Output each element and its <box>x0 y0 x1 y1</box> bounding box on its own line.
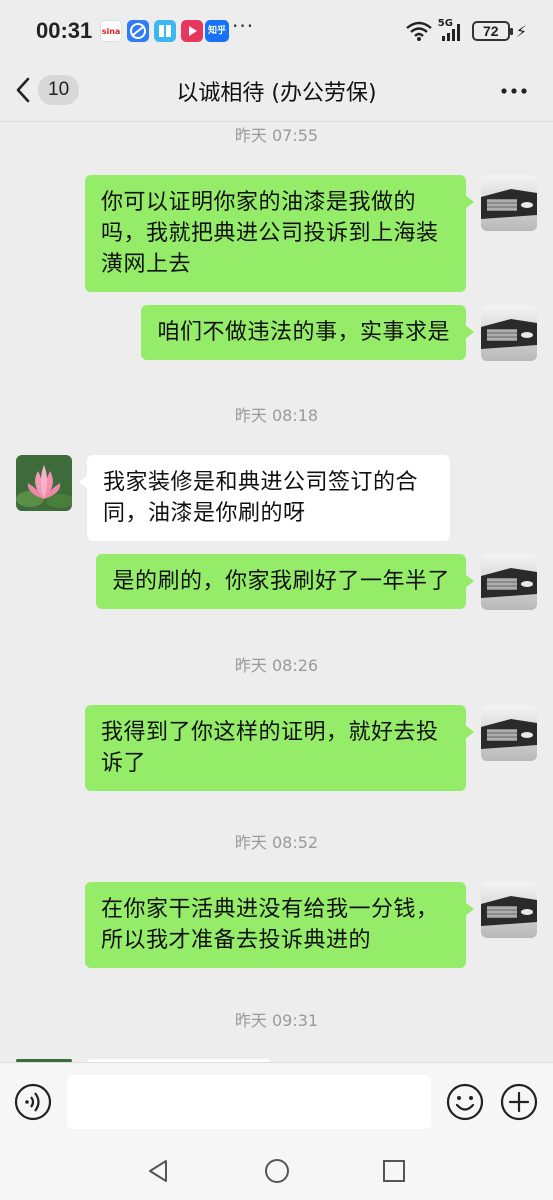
message-input[interactable] <box>67 1075 431 1129</box>
emoji-button[interactable] <box>446 1083 484 1121</box>
message-list[interactable]: 昨天 07:55 你可以证明你家的油漆是我做的吗，我就把典进公司投诉到上海装潢网… <box>0 122 553 1062</box>
triangle-back-icon <box>149 1160 167 1182</box>
message-bubble-self[interactable]: 在你家干活典进没有给我一分钱，所以我才准备去投诉典进的 <box>85 882 474 968</box>
timestamp: 昨天 08:52 <box>234 833 319 852</box>
timestamp: 昨天 09:31 <box>234 1011 319 1030</box>
status-more-dots: ··· <box>232 14 255 38</box>
status-bar: 00:31 sina 知乎 ··· 5G 72 ⚡ <box>0 0 553 58</box>
message-bubble-self[interactable]: 你可以证明你家的油漆是我做的吗，我就把典进公司投诉到上海装潢网上去 <box>85 175 474 292</box>
plus-icon <box>500 1083 538 1121</box>
system-home-button[interactable] <box>264 1158 290 1184</box>
system-back-button[interactable] <box>145 1158 171 1184</box>
video-app-icon <box>181 20 203 42</box>
message-bubble-self[interactable]: 是的刷的，你家我刷好了一年半了 <box>96 554 474 609</box>
timestamp: 昨天 07:55 <box>234 126 319 145</box>
input-bar <box>0 1062 553 1142</box>
browser-app-icon <box>127 20 149 42</box>
self-avatar[interactable] <box>481 175 537 231</box>
self-avatar[interactable] <box>481 705 537 761</box>
message-bubble-other[interactable]: 我家装修是和典进公司签订的合同，油漆是你刷的呀 <box>79 455 450 541</box>
voice-input-button[interactable] <box>14 1083 52 1121</box>
self-avatar[interactable] <box>481 554 537 610</box>
more-options-button[interactable] <box>499 76 529 106</box>
system-recents-button[interactable] <box>381 1158 407 1184</box>
self-avatar[interactable] <box>481 882 537 938</box>
charging-icon: ⚡ <box>515 21 527 41</box>
zhihu-app-icon: 知乎 <box>205 20 229 42</box>
contact-avatar[interactable] <box>16 455 72 511</box>
emoji-icon <box>446 1083 484 1121</box>
timestamp: 昨天 08:26 <box>234 656 319 675</box>
timestamp: 昨天 08:18 <box>234 406 319 425</box>
battery-indicator: 72 <box>471 21 513 41</box>
sina-app-icon: sina <box>100 20 122 42</box>
status-indicators: 5G 72 ⚡ <box>405 18 527 44</box>
reader-app-icon <box>154 20 176 42</box>
system-navigation-bar <box>0 1142 553 1200</box>
square-recents-icon <box>383 1160 405 1182</box>
more-actions-button[interactable] <box>500 1083 538 1121</box>
chat-title: 以诚相待 (办公劳保) <box>176 81 377 106</box>
voice-icon <box>14 1083 52 1121</box>
message-bubble-self[interactable]: 咱们不做违法的事，实事求是 <box>141 305 474 360</box>
self-avatar[interactable] <box>481 305 537 361</box>
cell-signal-icon: 5G <box>438 19 466 43</box>
message-bubble-self[interactable]: 我得到了你这样的证明，就好去投诉了 <box>85 705 474 791</box>
status-time: 00:31 <box>36 18 93 43</box>
circle-home-icon <box>265 1159 289 1183</box>
more-dots-icon <box>501 88 527 94</box>
wifi-icon <box>405 21 432 41</box>
chat-header: 10 以诚相待 (办公劳保) <box>0 58 553 122</box>
